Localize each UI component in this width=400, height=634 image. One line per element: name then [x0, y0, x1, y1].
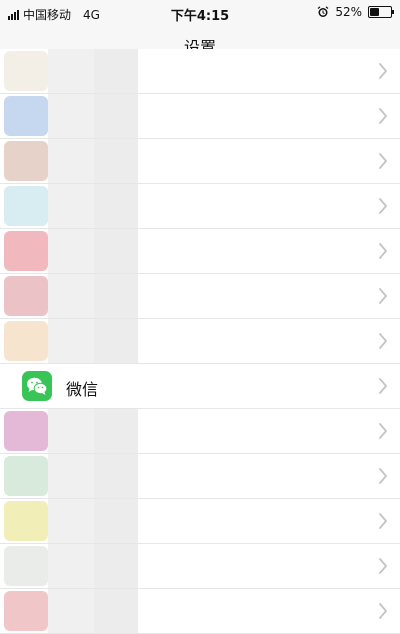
blurred-area	[48, 409, 94, 453]
settings-row[interactable]	[0, 94, 400, 139]
settings-row[interactable]	[0, 544, 400, 589]
app-icon	[4, 51, 48, 91]
settings-row[interactable]	[0, 319, 400, 364]
chevron-right-icon	[378, 468, 388, 484]
chevron-right-icon	[378, 288, 388, 304]
blurred-area	[94, 94, 138, 138]
chevron-right-icon	[378, 558, 388, 574]
alarm-clock-icon	[317, 6, 329, 17]
chevron-right-icon	[378, 333, 388, 349]
wechat-icon	[22, 371, 52, 401]
app-icon	[4, 276, 48, 316]
chevron-right-icon	[378, 63, 388, 79]
chevron-right-icon	[378, 198, 388, 214]
blurred-area	[94, 184, 138, 228]
blurred-area	[48, 229, 94, 273]
blurred-area	[48, 139, 94, 183]
settings-list: 微信	[0, 49, 400, 634]
chevron-right-icon	[378, 108, 388, 124]
blurred-area	[94, 139, 138, 183]
chevron-right-icon	[378, 153, 388, 169]
app-icon	[4, 321, 48, 361]
status-bar: 中国移动 4G 下午4:15 52%	[0, 0, 400, 26]
settings-row[interactable]	[0, 499, 400, 544]
blurred-area	[94, 229, 138, 273]
app-icon	[4, 456, 48, 496]
app-icon	[4, 96, 48, 136]
chevron-right-icon	[378, 378, 388, 394]
blurred-area	[94, 409, 138, 453]
app-icon	[4, 591, 48, 631]
status-bar-right: 52%	[317, 5, 394, 19]
blurred-area	[48, 94, 94, 138]
app-icon	[4, 231, 48, 271]
settings-row[interactable]	[0, 139, 400, 184]
blurred-area	[94, 49, 138, 93]
blurred-area	[94, 454, 138, 498]
settings-row[interactable]	[0, 229, 400, 274]
app-icon	[4, 546, 48, 586]
chevron-right-icon	[378, 243, 388, 259]
chevron-right-icon	[378, 423, 388, 439]
blurred-area	[48, 274, 94, 318]
app-icon	[4, 411, 48, 451]
battery-percent: 52%	[335, 5, 362, 19]
settings-row[interactable]	[0, 589, 400, 634]
app-icon	[4, 141, 48, 181]
blurred-area	[48, 544, 94, 588]
settings-row-wechat[interactable]: 微信	[0, 364, 400, 409]
blurred-area	[94, 274, 138, 318]
app-icon	[4, 501, 48, 541]
settings-row[interactable]	[0, 49, 400, 94]
blurred-area	[94, 544, 138, 588]
battery-icon	[368, 6, 394, 18]
settings-row[interactable]	[0, 184, 400, 229]
blurred-area	[48, 184, 94, 228]
blurred-area	[48, 589, 94, 633]
settings-row[interactable]	[0, 274, 400, 319]
blurred-area	[94, 319, 138, 363]
settings-row[interactable]	[0, 454, 400, 499]
settings-row[interactable]	[0, 409, 400, 454]
blurred-area	[94, 499, 138, 543]
app-icon	[4, 186, 48, 226]
settings-row-label: 微信	[66, 380, 99, 399]
blurred-area	[48, 49, 94, 93]
blurred-area	[48, 319, 94, 363]
chevron-right-icon	[378, 513, 388, 529]
blurred-area	[94, 589, 138, 633]
chevron-right-icon	[378, 603, 388, 619]
blurred-area	[48, 499, 94, 543]
blurred-area	[48, 454, 94, 498]
